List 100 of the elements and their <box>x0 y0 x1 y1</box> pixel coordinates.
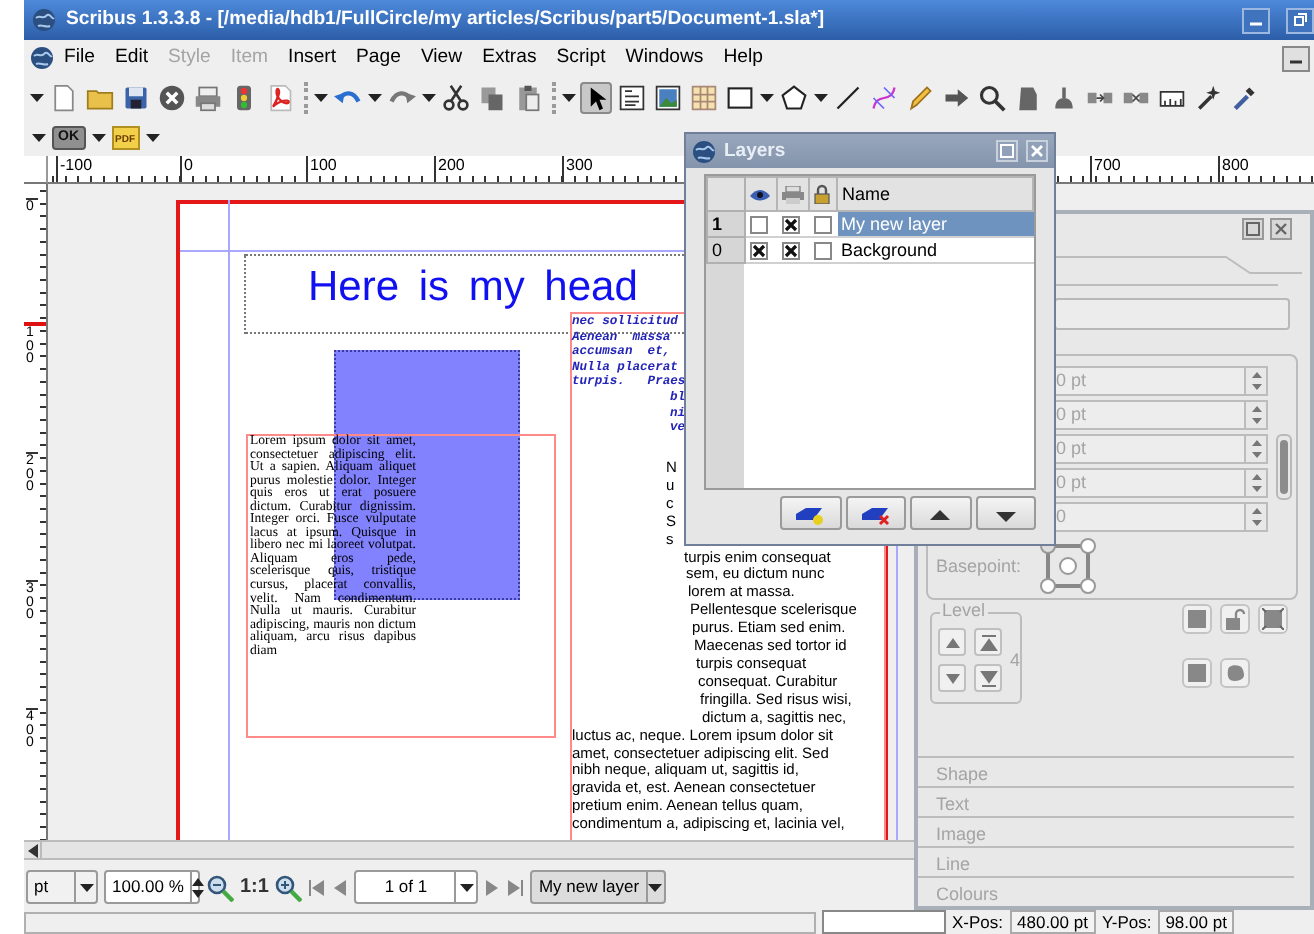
caret-icon[interactable] <box>314 91 328 103</box>
caret-icon[interactable] <box>91 131 105 143</box>
lower-to-bottom-button[interactable] <box>974 664 1002 692</box>
spin-arrows-icon[interactable] <box>191 875 204 899</box>
scroll-left-icon[interactable] <box>27 843 37 857</box>
ruler-label: 200 <box>434 156 465 182</box>
y-position-value: 98.00 pt <box>1157 910 1235 934</box>
lower-layer-button[interactable] <box>975 496 1036 530</box>
magic-wand-icon[interactable] <box>1192 81 1224 113</box>
restore-button[interactable] <box>1286 7 1314 33</box>
menu-item[interactable]: Help <box>713 46 773 70</box>
last-page-icon[interactable] <box>506 879 525 895</box>
close-icon[interactable] <box>156 81 188 113</box>
raise-icon[interactable] <box>943 633 961 651</box>
zoom-in-icon[interactable] <box>274 873 303 901</box>
lower-to-bottom-icon[interactable] <box>979 669 997 687</box>
search-icon[interactable] <box>976 81 1008 113</box>
unit-dropdown[interactable]: pt <box>26 870 98 904</box>
raise-button[interactable] <box>938 628 966 656</box>
menu-item[interactable]: Script <box>546 46 616 70</box>
checkbox[interactable] <box>813 241 831 260</box>
line-icon[interactable] <box>832 81 864 113</box>
minimize-button[interactable] <box>1282 45 1310 71</box>
zoom-reset-button[interactable]: 1:1 <box>240 875 269 899</box>
checkbox[interactable] <box>813 215 831 234</box>
raise-to-top-button[interactable] <box>974 628 1002 656</box>
window-title: Scribus 1.3.3.8 - [/media/hdb1/FullCircle/my articles/Scribus/part5/Document-1.sla*] <box>66 8 827 32</box>
checkbox[interactable] <box>750 241 768 260</box>
progress-field <box>822 910 946 934</box>
layer-dropdown[interactable]: My new layer <box>530 870 667 904</box>
image-frame-icon[interactable] <box>652 81 684 113</box>
caret-icon[interactable] <box>368 91 382 103</box>
y-position-label: Y-Pos: <box>1101 911 1152 933</box>
pointer-icon[interactable] <box>580 81 612 113</box>
level-value: 4 <box>1010 649 1021 671</box>
horizontal-scrollbar[interactable] <box>24 840 914 860</box>
globe-icon <box>692 139 716 163</box>
ruler-label: 300 <box>562 156 593 182</box>
printer-icon[interactable] <box>192 81 224 113</box>
zoom-out-icon[interactable] <box>206 873 234 901</box>
caret-icon[interactable] <box>145 131 159 143</box>
previous-page-icon[interactable] <box>332 879 349 895</box>
window-title: Layers <box>724 139 788 163</box>
pencil-icon[interactable] <box>904 81 936 113</box>
zoom-field[interactable]: 100.00 % <box>104 870 200 904</box>
ruler-label: 700 <box>1090 156 1121 182</box>
ruler-label: 0 <box>180 156 193 182</box>
raise-layer-button[interactable] <box>910 496 971 530</box>
column-header: Name <box>837 177 1033 211</box>
scissors-icon[interactable] <box>440 81 472 113</box>
rectangle-icon[interactable] <box>724 81 756 113</box>
cursor-marker <box>24 322 46 326</box>
caret-icon[interactable] <box>32 131 46 143</box>
menu-item[interactable]: Edit <box>104 46 159 70</box>
globe-icon <box>32 8 56 32</box>
text-frame-icon[interactable] <box>616 81 648 113</box>
header-text: Here is my head <box>308 264 638 312</box>
printer-icon <box>782 185 804 204</box>
page-dropdown[interactable]: 1 of 1 <box>354 870 479 904</box>
caret-icon[interactable] <box>648 881 663 893</box>
menu-item[interactable]: File <box>54 46 105 70</box>
menu-item[interactable]: View <box>410 46 473 70</box>
ruler-label: -100 <box>56 156 93 182</box>
scrollbar[interactable] <box>1276 434 1292 500</box>
menu-item[interactable]: Page <box>346 46 411 70</box>
layer-name-cell[interactable]: Background <box>837 237 1033 263</box>
checkbox[interactable] <box>781 241 799 260</box>
text-field[interactable] <box>1054 298 1290 330</box>
menu-item[interactable]: Extras <box>472 46 547 70</box>
restore-icon[interactable] <box>1292 12 1308 28</box>
lower-button[interactable] <box>938 664 966 692</box>
eye-icon <box>750 187 770 202</box>
raise-to-top-icon[interactable] <box>979 633 997 651</box>
delete-layer-button[interactable] <box>845 496 906 530</box>
next-page-icon[interactable] <box>484 879 501 895</box>
checkbox[interactable] <box>781 215 799 234</box>
caret-icon[interactable] <box>814 91 828 103</box>
scrollbar-thumb[interactable] <box>1280 440 1288 494</box>
x-position-value: 480.00 pt <box>1009 910 1096 934</box>
menu-item[interactable]: Windows <box>615 46 714 70</box>
minimize-button[interactable] <box>1242 7 1270 33</box>
lower-icon[interactable] <box>943 669 961 687</box>
first-page-icon[interactable] <box>308 879 327 895</box>
caret-icon[interactable] <box>79 881 93 893</box>
caret-icon[interactable] <box>422 91 436 103</box>
checkbox[interactable] <box>750 215 768 234</box>
x-position-label: X-Pos: <box>952 911 1004 933</box>
level-label: Level <box>940 600 988 622</box>
caret-icon[interactable] <box>459 881 474 893</box>
globe-icon <box>30 46 54 70</box>
caret-icon[interactable] <box>562 91 576 103</box>
basepoint-label: Basepoint: <box>936 555 1022 577</box>
bezier-icon[interactable] <box>868 81 900 113</box>
new-layer-button[interactable] <box>780 496 841 530</box>
caret-icon[interactable] <box>30 91 44 103</box>
polygon-icon[interactable] <box>778 81 810 113</box>
caret-icon[interactable] <box>760 91 774 103</box>
page-swirl-icon[interactable] <box>264 81 296 113</box>
lock-icon <box>814 184 830 205</box>
menu-item[interactable]: Insert <box>278 46 347 70</box>
